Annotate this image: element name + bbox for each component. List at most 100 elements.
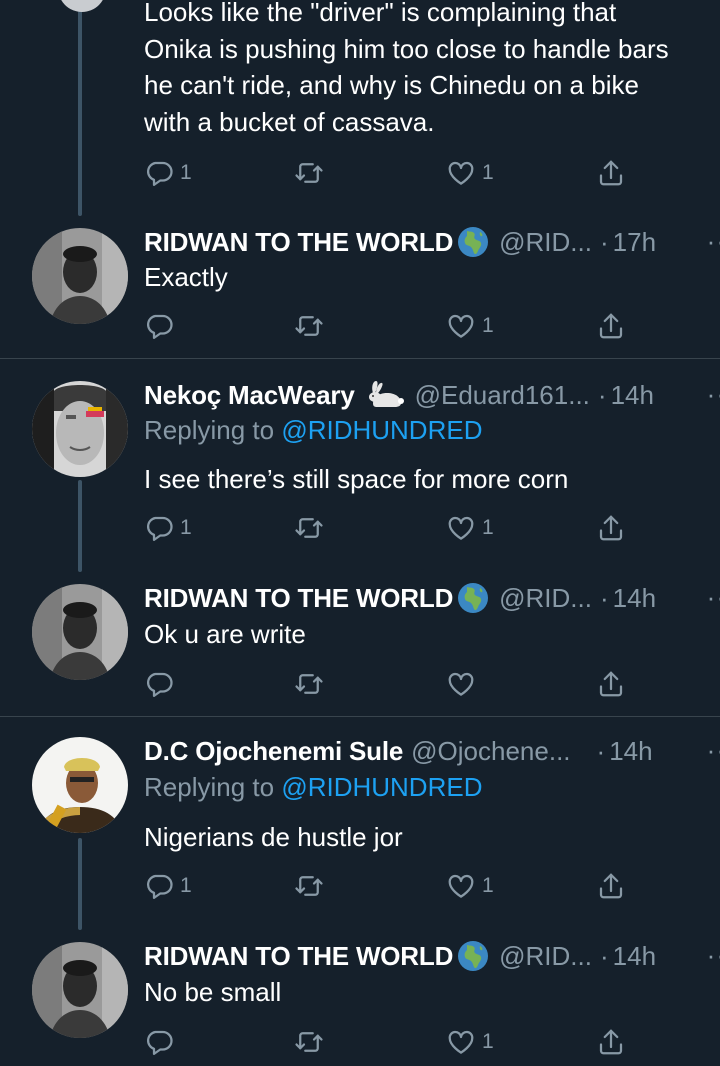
tweet-time[interactable]: 14h xyxy=(609,736,652,767)
like-count: 1 xyxy=(482,161,494,184)
tweet-actions xyxy=(144,666,644,702)
user-handle[interactable]: @Ojochene... xyxy=(411,736,570,767)
user-handle[interactable]: @RID... xyxy=(499,227,592,258)
user-handle[interactable]: @RID... xyxy=(499,941,592,972)
retweet-button[interactable] xyxy=(294,666,330,702)
separator-dot: · xyxy=(599,226,609,257)
display-name[interactable]: Nekoç MacWeary xyxy=(144,380,355,411)
share-button[interactable] xyxy=(596,868,626,904)
avatar[interactable] xyxy=(32,584,128,680)
retweet-icon xyxy=(294,158,324,188)
like-button[interactable]: 1 xyxy=(446,868,494,904)
like-button[interactable] xyxy=(446,666,482,702)
avatar[interactable] xyxy=(32,381,128,477)
tweet-text-line: he can't ride, and why is Chinedu on a b… xyxy=(144,70,639,100)
retweet-icon xyxy=(294,669,324,699)
heart-icon xyxy=(446,669,476,699)
retweet-icon xyxy=(294,1027,324,1057)
like-count: 1 xyxy=(482,314,494,337)
heart-icon xyxy=(446,871,476,901)
share-button[interactable] xyxy=(596,1024,626,1060)
reply-button[interactable] xyxy=(144,308,180,344)
reply-button[interactable]: 1 xyxy=(144,155,192,191)
tweet-time[interactable]: 14h xyxy=(613,941,656,972)
display-name[interactable]: RIDWAN TO THE WORLD xyxy=(144,941,453,972)
like-button[interactable]: 1 xyxy=(446,1024,494,1060)
retweet-button[interactable] xyxy=(294,868,330,904)
tweet-actions: 1 xyxy=(144,308,644,344)
tweet-actions: 1 1 xyxy=(144,868,644,904)
like-button[interactable]: 1 xyxy=(446,155,494,191)
separator-dot: · xyxy=(596,735,606,766)
like-count: 1 xyxy=(482,874,494,897)
tweet[interactable]: D.C Ojochenemi Sule @Ojochene... · 14h ·… xyxy=(0,717,720,929)
avatar[interactable] xyxy=(32,942,128,1038)
like-button[interactable]: 1 xyxy=(446,308,494,344)
reply-button[interactable]: 1 xyxy=(144,510,192,546)
user-handle[interactable]: @Eduard161... xyxy=(415,380,590,411)
display-name[interactable]: RIDWAN TO THE WORLD xyxy=(144,227,453,258)
rabbit-emoji xyxy=(365,379,405,411)
reply-icon xyxy=(144,669,174,699)
replying-to-label: Replying to xyxy=(144,415,282,445)
tweet-actions: 1 xyxy=(144,1024,644,1060)
reply-button[interactable] xyxy=(144,666,180,702)
more-options-icon[interactable]: ·· xyxy=(707,379,720,410)
retweet-button[interactable] xyxy=(294,155,330,191)
globe-africa-emoji xyxy=(457,940,489,972)
globe-africa-emoji xyxy=(457,226,489,258)
like-count: 1 xyxy=(482,1030,494,1053)
tweet[interactable]: RIDWAN TO THE WORLD @RID... · 17h ·· Exa… xyxy=(0,216,720,358)
tweet[interactable]: Looks like the "driver" is complaining t… xyxy=(0,0,720,215)
user-handle[interactable]: @RID... xyxy=(499,583,592,614)
tweet[interactable]: RIDWAN TO THE WORLD @RID... · 14h ·· No … xyxy=(0,930,720,1066)
more-options-icon[interactable]: ·· xyxy=(707,582,720,613)
share-icon xyxy=(596,311,626,341)
more-options-icon[interactable]: ·· xyxy=(707,735,720,766)
share-icon xyxy=(596,871,626,901)
tweet-actions: 1 1 xyxy=(144,510,644,546)
avatar[interactable] xyxy=(32,228,128,324)
reply-button[interactable] xyxy=(144,1024,180,1060)
retweet-button[interactable] xyxy=(294,1024,330,1060)
like-count: 1 xyxy=(482,516,494,539)
retweet-button[interactable] xyxy=(294,510,330,546)
tweet-header: RIDWAN TO THE WORLD @RID... · 14h ·· xyxy=(144,938,720,974)
replying-to-mention[interactable]: @RIDHUNDRED xyxy=(281,772,482,802)
replying-to-mention[interactable]: @RIDHUNDRED xyxy=(281,415,482,445)
reply-icon xyxy=(144,513,174,543)
reply-icon xyxy=(144,158,174,188)
share-icon xyxy=(596,669,626,699)
tweet-text: Ok u are write xyxy=(144,619,306,649)
tweet-text: Looks like the "driver" is complaining t… xyxy=(144,0,708,140)
retweet-button[interactable] xyxy=(294,308,330,344)
reply-count: 1 xyxy=(180,161,192,184)
tweet-time[interactable]: 17h xyxy=(613,227,656,258)
share-button[interactable] xyxy=(596,308,626,344)
tweet-header: RIDWAN TO THE WORLD @RID... · 14h ·· xyxy=(144,580,720,616)
more-options-icon[interactable]: ·· xyxy=(707,226,720,257)
share-button[interactable] xyxy=(596,155,626,191)
heart-icon xyxy=(446,311,476,341)
reply-icon xyxy=(144,1027,174,1057)
avatar[interactable] xyxy=(32,737,128,833)
tweet-time[interactable]: 14h xyxy=(611,380,654,411)
tweet[interactable]: Nekoç MacWeary @Eduard161... · 14h ·· Re… xyxy=(0,359,720,571)
tweet-time[interactable]: 14h xyxy=(613,583,656,614)
tweet-text: Nigerians de hustle jor xyxy=(144,822,403,852)
replying-to: Replying to @RIDHUNDRED xyxy=(144,772,482,803)
tweet-actions: 1 1 xyxy=(144,155,644,191)
share-button[interactable] xyxy=(596,510,626,546)
more-options-icon[interactable]: ·· xyxy=(707,940,720,971)
share-button[interactable] xyxy=(596,666,626,702)
separator-dot: · xyxy=(599,940,609,971)
tweet-text-line: Onika is pushing him too close to handle… xyxy=(144,33,669,64)
display-name[interactable]: D.C Ojochenemi Sule xyxy=(144,736,403,767)
heart-icon xyxy=(446,158,476,188)
like-button[interactable]: 1 xyxy=(446,510,494,546)
reply-button[interactable]: 1 xyxy=(144,868,192,904)
retweet-icon xyxy=(294,513,324,543)
tweet[interactable]: RIDWAN TO THE WORLD @RID... · 14h ·· Ok … xyxy=(0,572,720,716)
display-name[interactable]: RIDWAN TO THE WORLD xyxy=(144,583,453,614)
tweet-text: I see there’s still space for more corn xyxy=(144,464,569,494)
